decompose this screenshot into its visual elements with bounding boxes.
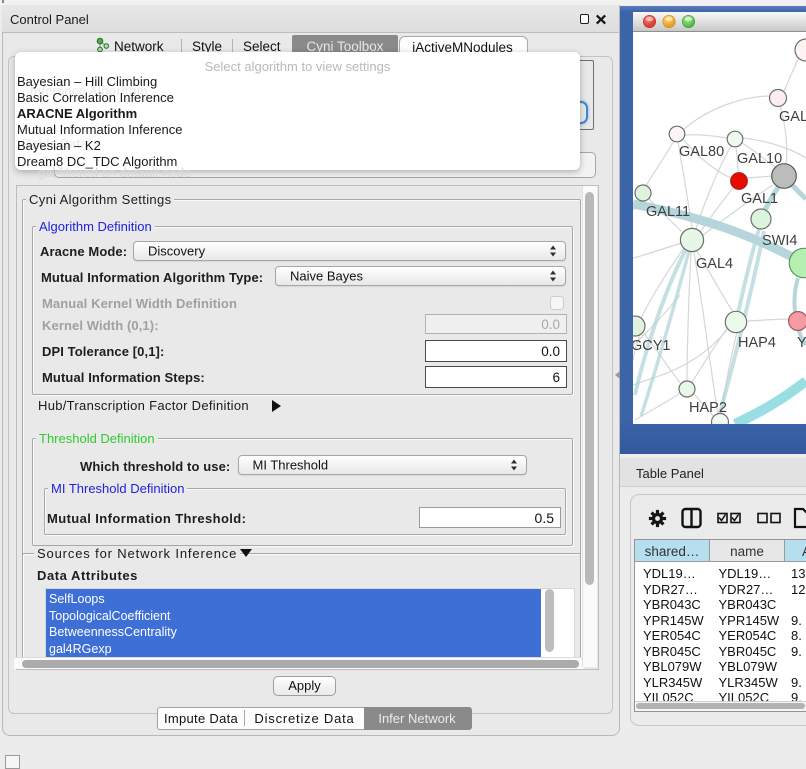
svg-text:HAP4: HAP4 — [738, 335, 776, 351]
svg-text:GCY1: GCY1 — [633, 338, 671, 354]
svg-text:GAL10: GAL10 — [737, 151, 782, 167]
svg-text:GAL7: GAL7 — [779, 109, 806, 125]
svg-text:GAL1: GAL1 — [741, 191, 778, 207]
svg-text:GAL4: GAL4 — [696, 256, 733, 272]
svg-text:HAP2: HAP2 — [689, 400, 727, 416]
svg-text:SWI4: SWI4 — [762, 233, 797, 249]
svg-text:GAL80: GAL80 — [679, 144, 724, 160]
svg-text:GAL11: GAL11 — [646, 204, 690, 220]
svg-text:YE: YE — [797, 335, 806, 351]
